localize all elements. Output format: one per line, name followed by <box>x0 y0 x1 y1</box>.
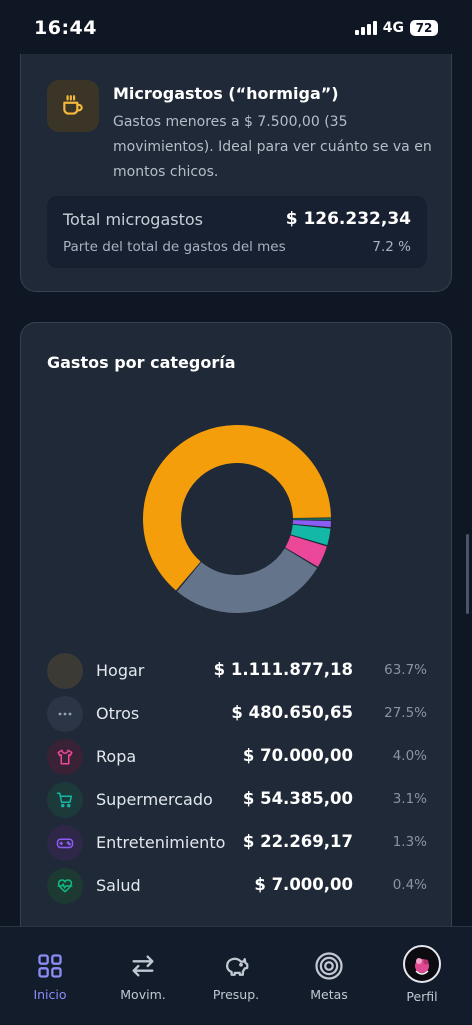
nav-label-metas: Metas <box>310 987 348 1002</box>
category-name: Hogar <box>96 661 145 680</box>
status-indicators: 4G 72 <box>354 20 438 36</box>
category-amount: $ 54.385,00 <box>242 789 353 808</box>
status-time: 16:44 <box>34 17 97 39</box>
category-percent: 27.5% <box>384 705 427 721</box>
nav-label-movimientos: Movim. <box>120 987 166 1002</box>
more-dots-icon <box>47 696 83 732</box>
bottom-nav: Inicio Movim. Presup. Metas Perfil <box>0 926 472 1024</box>
category-name: Entretenimiento <box>96 833 226 852</box>
dashboard-grid-icon <box>35 951 65 981</box>
nav-item-perfil[interactable]: Perfil <box>375 927 469 1025</box>
category-amount: $ 22.269,17 <box>242 832 353 851</box>
category-percent: 1.3% <box>392 834 427 850</box>
heart-pulse-icon <box>47 868 83 904</box>
shirt-icon <box>47 739 83 775</box>
microgastos-total-box: Total microgastos $ 126.232,34 Parte del… <box>47 196 427 268</box>
total-value: $ 126.232,34 <box>285 209 411 229</box>
category-row-supermercado[interactable]: Supermercado $ 54.385,00 3.1% <box>47 782 427 818</box>
category-percent: 63.7% <box>384 662 427 678</box>
microgastos-card: Microgastos (“hormiga”) Gastos menores a… <box>20 54 452 292</box>
battery-icon: 72 <box>410 20 438 36</box>
microgastos-description: Gastos menores a $ 7.500,00 (35 movimien… <box>113 114 432 180</box>
nav-item-presupuesto[interactable]: Presup. <box>189 927 283 1025</box>
category-row-salud[interactable]: Salud $ 7.000,00 0.4% <box>47 868 427 904</box>
category-amount: $ 70.000,00 <box>242 746 353 765</box>
piggy-bank-icon <box>221 951 251 981</box>
category-row-otros[interactable]: Otros $ 480.650,65 27.5% <box>47 696 427 732</box>
category-name: Supermercado <box>96 790 213 809</box>
category-name: Otros <box>96 704 140 723</box>
signal-icon <box>354 21 377 35</box>
categories-title: Gastos por categoría <box>47 353 236 372</box>
category-amount: $ 1.111.877,18 <box>213 660 353 679</box>
category-amount: $ 480.650,65 <box>231 703 353 722</box>
share-label: Parte del total de gastos del mes <box>63 239 286 255</box>
coffee-cup-icon <box>47 80 99 132</box>
home-icon <box>47 653 83 689</box>
scrollbar[interactable] <box>466 534 469 614</box>
category-row-entretenimiento[interactable]: Entretenimiento $ 22.269,17 1.3% <box>47 825 427 861</box>
nav-item-movimientos[interactable]: Movim. <box>96 927 190 1025</box>
category-amount: $ 7.000,00 <box>254 875 353 894</box>
categories-card: Gastos por categoría Hogar $ 1.111.877,18… <box>20 322 452 942</box>
avatar-icon <box>403 945 441 983</box>
network-type: 4G <box>382 20 404 36</box>
total-label: Total microgastos <box>63 210 203 229</box>
nav-label-inicio: Inicio <box>33 987 67 1002</box>
share-value: 7.2 % <box>372 239 411 255</box>
category-row-hogar[interactable]: Hogar $ 1.111.877,18 63.7% <box>47 653 427 689</box>
category-donut-chart <box>143 425 331 613</box>
status-bar: 16:44 4G 72 <box>0 0 472 56</box>
category-name: Ropa <box>96 747 137 766</box>
target-icon <box>314 951 344 981</box>
nav-item-inicio[interactable]: Inicio <box>3 927 97 1025</box>
category-percent: 4.0% <box>392 748 427 764</box>
nav-label-presupuesto: Presup. <box>212 987 260 1002</box>
category-row-ropa[interactable]: Ropa $ 70.000,00 4.0% <box>47 739 427 775</box>
nav-label-perfil: Perfil <box>406 989 438 1004</box>
category-name: Salud <box>96 876 141 895</box>
microgastos-title: Microgastos (“hormiga”) <box>113 84 339 103</box>
gamepad-icon <box>47 825 83 861</box>
transfer-arrows-icon <box>128 951 158 981</box>
nav-item-metas[interactable]: Metas <box>282 927 376 1025</box>
cart-icon <box>47 782 83 818</box>
category-percent: 0.4% <box>392 877 427 893</box>
category-percent: 3.1% <box>392 791 427 807</box>
